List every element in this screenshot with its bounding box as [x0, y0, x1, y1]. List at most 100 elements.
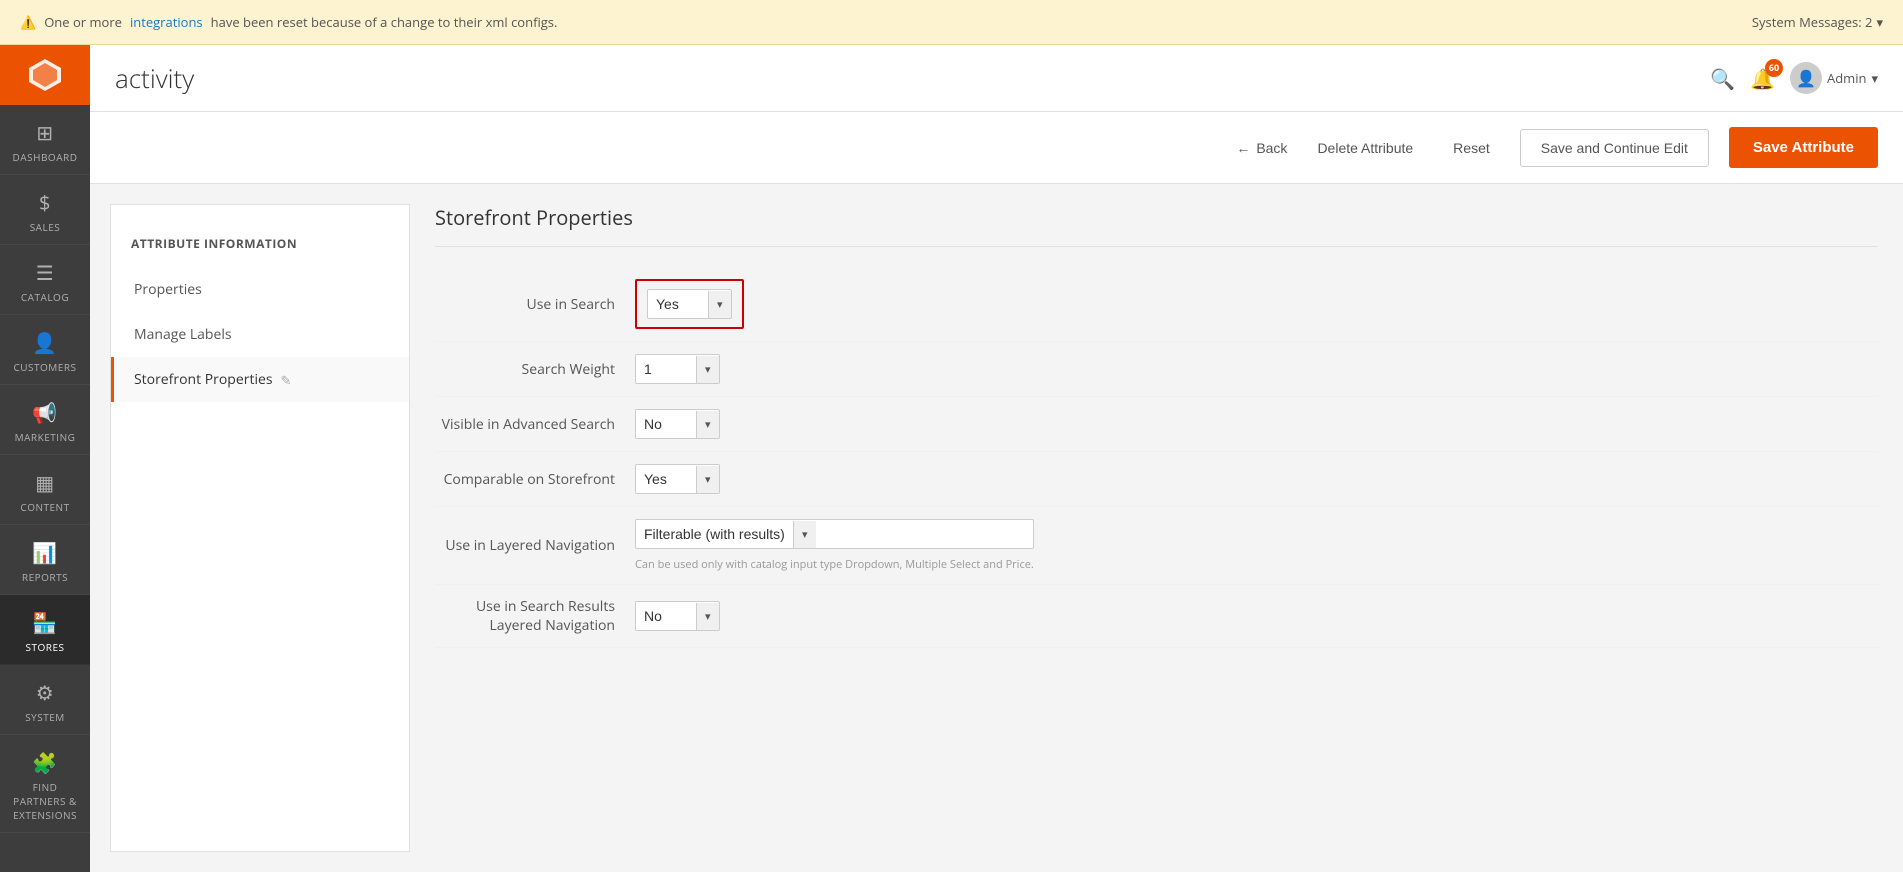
chevron-down-icon: ▾	[1876, 13, 1883, 31]
search-weight-select-wrap: 1 2 3 4 5 6 7 8 9 10 ▾	[635, 354, 720, 384]
reports-icon: 📊	[32, 539, 57, 566]
sidebar-item-customers[interactable]: 👤 Customers	[0, 315, 90, 385]
nav-item-properties[interactable]: Properties	[111, 267, 409, 312]
attribute-info-title: Attribute Information	[111, 225, 409, 267]
visible-in-advanced-search-label: Visible in Advanced Search	[435, 415, 635, 434]
use-in-search-highlighted: Yes No ▾	[635, 279, 744, 329]
layered-navigation-hint: Can be used only with catalog input type…	[635, 557, 1034, 572]
sidebar-item-content[interactable]: ▦ Content	[0, 455, 90, 525]
avatar: 👤	[1790, 62, 1822, 94]
sidebar-item-sales[interactable]: $ Sales	[0, 175, 90, 245]
visible-in-advanced-search-select-wrap: Yes No ▾	[635, 409, 720, 439]
use-in-search-select-wrap: Yes No ▾	[647, 289, 732, 319]
sidebar-label-content: Content	[20, 500, 69, 514]
toolbar: ← Back Delete Attribute Reset Save and C…	[90, 112, 1903, 184]
search-weight-select[interactable]: 1 2 3 4 5 6 7 8 9 10	[636, 355, 696, 383]
notifications-button[interactable]: 🔔 60	[1750, 65, 1775, 92]
catalog-icon: ☰	[36, 259, 54, 286]
use-in-layered-navigation-control: No Filterable (with results) Filterable …	[635, 519, 1034, 572]
notification-message: ⚠️ One or more integrations have been re…	[20, 13, 557, 31]
dashboard-icon: ⊞	[36, 119, 53, 146]
use-in-layered-navigation-label: Use in Layered Navigation	[435, 536, 635, 555]
sidebar-label-sales: Sales	[30, 220, 61, 234]
use-in-search-results-select[interactable]: Yes No	[636, 602, 696, 630]
user-name: Admin	[1827, 69, 1866, 87]
sidebar-item-marketing[interactable]: 📢 Marketing	[0, 385, 90, 455]
back-button[interactable]: ← Back	[1236, 140, 1287, 156]
sidebar-item-dashboard[interactable]: ⊞ Dashboard	[0, 105, 90, 175]
notification-count: 60	[1765, 59, 1783, 77]
section-divider	[435, 246, 1878, 247]
right-panel: Storefront Properties Use in Search Yes …	[410, 184, 1903, 872]
search-weight-label: Search Weight	[435, 360, 635, 379]
content-icon: ▦	[35, 469, 54, 496]
use-in-search-arrow[interactable]: ▾	[708, 291, 731, 318]
search-weight-control: 1 2 3 4 5 6 7 8 9 10 ▾	[635, 354, 720, 384]
field-use-in-layered-navigation: Use in Layered Navigation No Filterable …	[435, 507, 1878, 585]
sidebar-label-stores: Stores	[26, 640, 65, 654]
visible-in-advanced-search-control: Yes No ▾	[635, 409, 720, 439]
header-actions: 🔍 🔔 60 👤 Admin ▾	[1710, 62, 1878, 94]
main-content: Attribute Information Properties Manage …	[90, 184, 1903, 872]
nav-item-manage-labels[interactable]: Manage Labels	[111, 312, 409, 357]
arrow-left-icon: ←	[1236, 140, 1250, 156]
use-in-layered-navigation-arrow[interactable]: ▾	[793, 521, 816, 548]
sidebar-label-marketing: Marketing	[15, 430, 76, 444]
field-visible-in-advanced-search: Visible in Advanced Search Yes No ▾	[435, 397, 1878, 452]
sidebar-item-catalog[interactable]: ☰ Catalog	[0, 245, 90, 315]
search-weight-arrow[interactable]: ▾	[696, 356, 719, 383]
use-in-search-results-control: Yes No ▾	[635, 601, 720, 631]
user-menu[interactable]: 👤 Admin ▾	[1790, 62, 1878, 94]
warning-icon: ⚠️	[20, 13, 36, 31]
sidebar: ⊞ Dashboard $ Sales ☰ Catalog 👤 Customer…	[0, 45, 90, 872]
use-in-layered-navigation-select-wrap: No Filterable (with results) Filterable …	[635, 519, 1034, 549]
sidebar-item-reports[interactable]: 📊 Reports	[0, 525, 90, 595]
comparable-on-storefront-label: Comparable on Storefront	[435, 470, 635, 489]
save-continue-button[interactable]: Save and Continue Edit	[1520, 129, 1709, 167]
sidebar-item-find-partners[interactable]: 🧩 Find Partners & Extensions	[0, 735, 90, 833]
left-panel: Attribute Information Properties Manage …	[110, 204, 410, 852]
visible-in-advanced-search-arrow[interactable]: ▾	[696, 411, 719, 438]
logo[interactable]	[0, 45, 90, 105]
sidebar-item-system[interactable]: ⚙ System	[0, 665, 90, 735]
sidebar-label-reports: Reports	[22, 570, 68, 584]
integrations-link[interactable]: integrations	[130, 13, 203, 31]
field-search-weight: Search Weight 1 2 3 4 5 6 7 8	[435, 342, 1878, 397]
sidebar-item-stores[interactable]: 🏪 Stores	[0, 595, 90, 665]
page-header: activity 🔍 🔔 60 👤 Admin ▾	[90, 45, 1903, 112]
search-icon[interactable]: 🔍	[1710, 65, 1735, 92]
reset-button[interactable]: Reset	[1443, 135, 1500, 161]
system-icon: ⚙	[36, 679, 54, 706]
field-comparable-on-storefront: Comparable on Storefront Yes No ▾	[435, 452, 1878, 507]
sidebar-label-customers: Customers	[13, 360, 76, 374]
delete-attribute-button[interactable]: Delete Attribute	[1307, 135, 1423, 161]
sidebar-label-dashboard: Dashboard	[13, 150, 78, 164]
field-use-in-search-results: Use in Search Results Layered Navigation…	[435, 585, 1878, 648]
use-in-search-select[interactable]: Yes No	[648, 290, 708, 318]
customers-icon: 👤	[32, 329, 57, 356]
sidebar-label-find-partners: Find Partners & Extensions	[5, 780, 85, 822]
sidebar-label-system: System	[25, 710, 65, 724]
marketing-icon: 📢	[32, 399, 57, 426]
stores-icon: 🏪	[32, 609, 57, 636]
section-title: Storefront Properties	[435, 204, 1878, 231]
user-chevron-icon: ▾	[1871, 69, 1878, 87]
page-title: activity	[115, 60, 194, 96]
sales-icon: $	[39, 189, 51, 216]
system-messages[interactable]: System Messages: 2 ▾	[1752, 13, 1883, 31]
comparable-on-storefront-control: Yes No ▾	[635, 464, 720, 494]
use-in-search-results-select-wrap: Yes No ▾	[635, 601, 720, 631]
visible-in-advanced-search-select[interactable]: Yes No	[636, 410, 696, 438]
sidebar-label-catalog: Catalog	[21, 290, 69, 304]
use-in-search-results-label: Use in Search Results Layered Navigation	[435, 597, 635, 635]
nav-item-storefront-properties[interactable]: Storefront Properties ✎	[111, 357, 409, 402]
comparable-on-storefront-select-wrap: Yes No ▾	[635, 464, 720, 494]
save-attribute-button[interactable]: Save Attribute	[1729, 127, 1878, 168]
comparable-on-storefront-arrow[interactable]: ▾	[696, 466, 719, 493]
use-in-search-results-arrow[interactable]: ▾	[696, 603, 719, 630]
field-use-in-search: Use in Search Yes No ▾	[435, 267, 1878, 342]
use-in-layered-navigation-select[interactable]: No Filterable (with results) Filterable …	[636, 520, 793, 548]
use-in-search-control: Yes No ▾	[635, 279, 744, 329]
comparable-on-storefront-select[interactable]: Yes No	[636, 465, 696, 493]
partners-icon: 🧩	[32, 749, 57, 776]
